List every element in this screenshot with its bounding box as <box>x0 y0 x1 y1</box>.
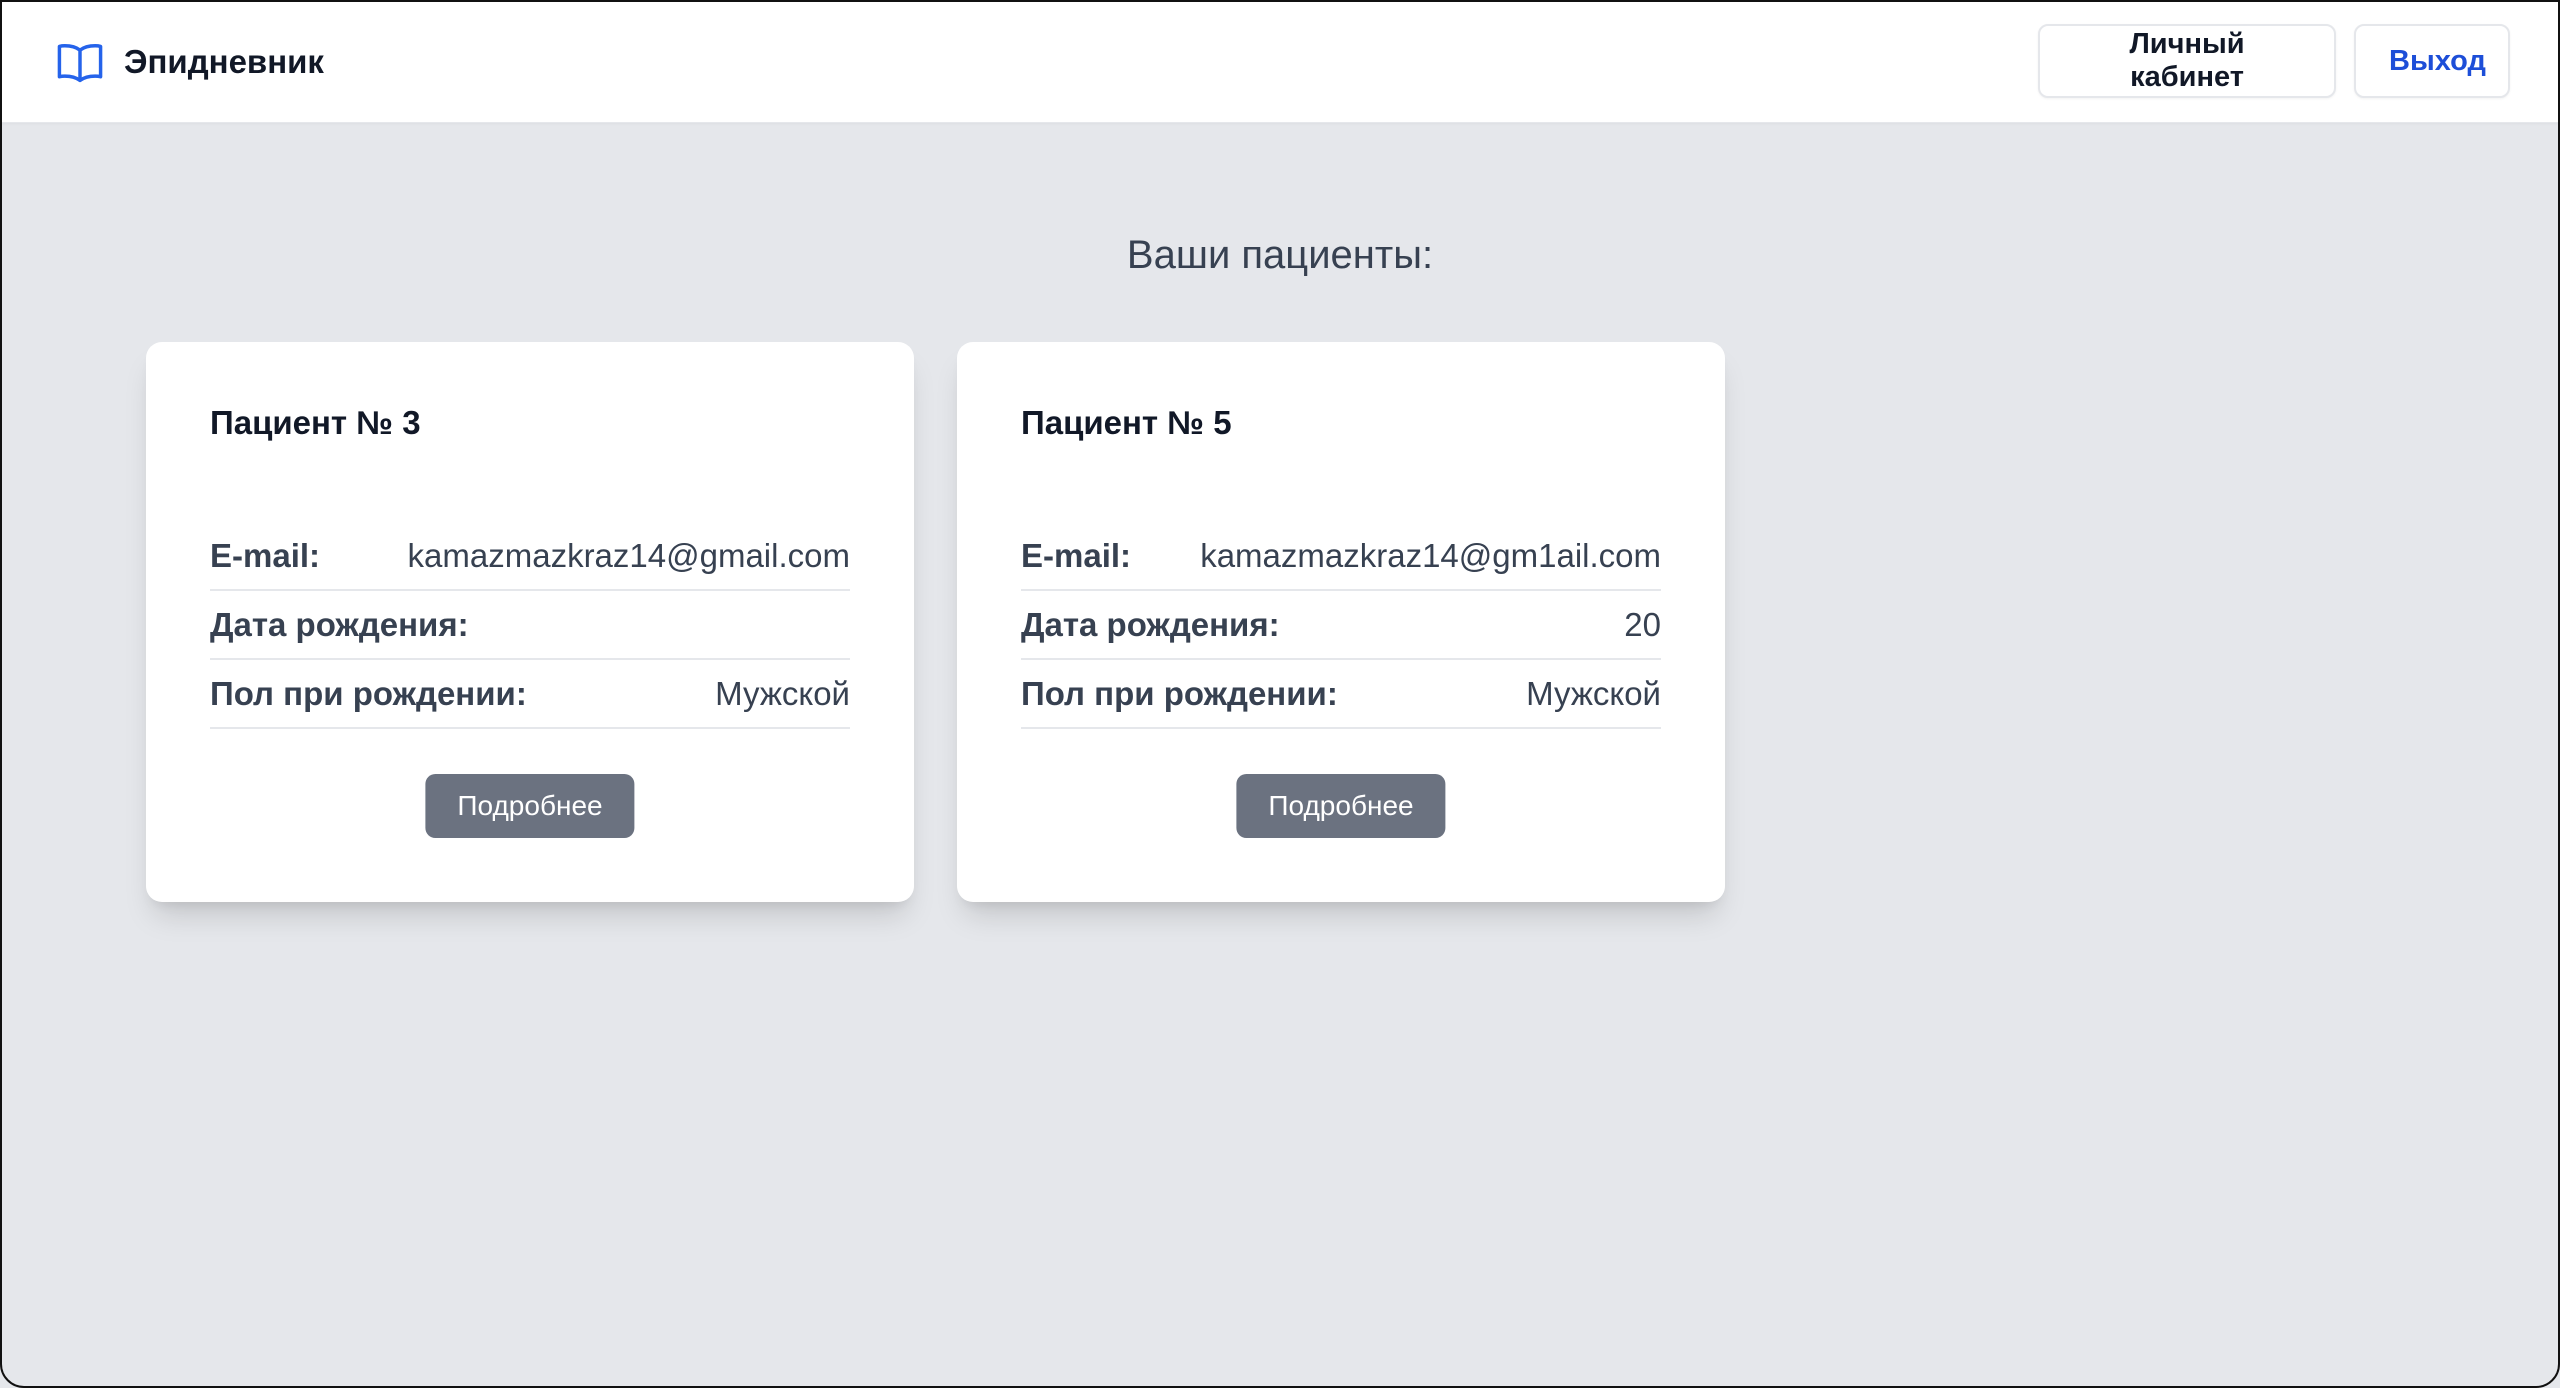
email-label: E-mail: <box>1021 536 1132 574</box>
details-button[interactable]: Подробнее <box>425 774 635 838</box>
birth-date-label: Дата рождения: <box>1021 605 1280 643</box>
sex-label: Пол при рождении: <box>210 674 527 712</box>
email-value: kamazmazkraz14@gm1ail.com <box>1200 536 1661 574</box>
patient-fields: E-mail: kamazmazkraz14@gmail.com Дата ро… <box>210 522 850 729</box>
patient-card: Пациент № 5 E-mail: kamazmazkraz14@gm1ai… <box>957 342 1725 902</box>
email-label: E-mail: <box>210 536 321 574</box>
patient-title: Пациент № 3 <box>210 404 421 441</box>
birth-date-row: Дата рождения: 20 <box>1021 591 1661 660</box>
brand[interactable]: Эпидневник <box>54 36 324 88</box>
page-title: Ваши пациенты: <box>1126 232 1434 277</box>
sex-row: Пол при рождении: Мужской <box>1021 660 1661 729</box>
top-navbar: Эпидневник Личный кабинет Выход <box>2 2 2558 123</box>
email-value: kamazmazkraz14@gmail.com <box>407 536 850 574</box>
email-row: E-mail: kamazmazkraz14@gm1ail.com <box>1021 522 1661 591</box>
sex-label: Пол при рождении: <box>1021 674 1338 712</box>
sex-row: Пол при рождении: Мужской <box>210 660 850 729</box>
patient-card: Пациент № 3 E-mail: kamazmazkraz14@gmail… <box>146 342 914 902</box>
patient-title: Пациент № 5 <box>1021 404 1232 441</box>
open-book-icon <box>54 36 106 88</box>
birth-date-label: Дата рождения: <box>210 605 469 643</box>
logout-button[interactable]: Выход <box>2354 24 2510 98</box>
app-window: Эпидневник Личный кабинет Выход Ваши пац… <box>0 0 2560 1388</box>
sex-value: Мужской <box>715 674 850 712</box>
birth-date-value: 20 <box>1624 605 1661 643</box>
email-row: E-mail: kamazmazkraz14@gmail.com <box>210 522 850 591</box>
patient-fields: E-mail: kamazmazkraz14@gm1ail.com Дата р… <box>1021 522 1661 729</box>
birth-date-row: Дата рождения: <box>210 591 850 660</box>
patient-cards: Пациент № 3 E-mail: kamazmazkraz14@gmail… <box>146 342 1725 902</box>
details-button[interactable]: Подробнее <box>1236 774 1446 838</box>
brand-name: Эпидневник <box>124 43 324 80</box>
personal-cabinet-button[interactable]: Личный кабинет <box>2038 24 2336 98</box>
nav-buttons: Личный кабинет Выход <box>2038 24 2510 98</box>
sex-value: Мужской <box>1526 674 1661 712</box>
